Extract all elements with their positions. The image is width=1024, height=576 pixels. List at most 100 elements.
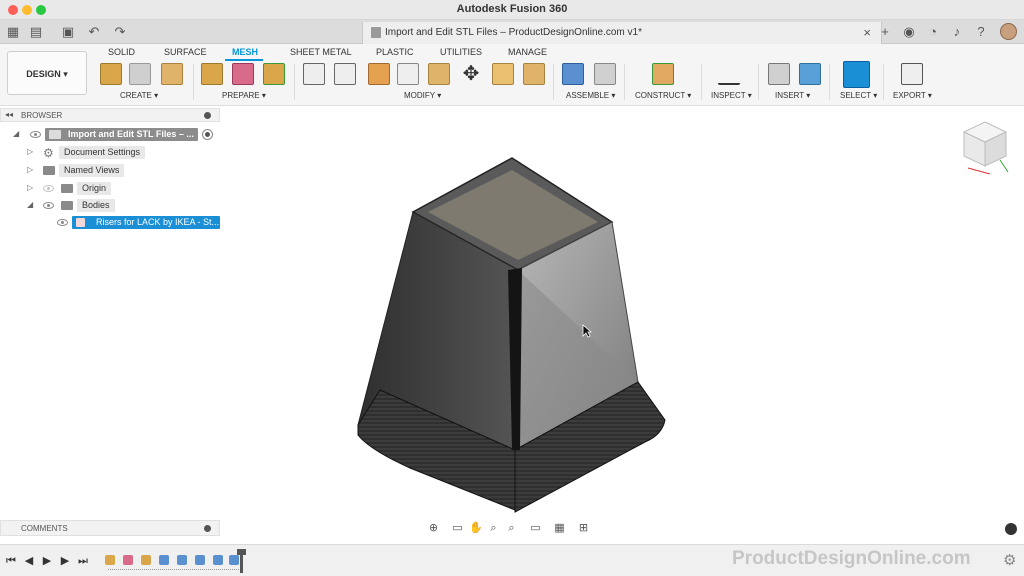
go-to-end-icon[interactable]: ⏭ <box>76 554 90 568</box>
browser-item-bodies[interactable]: ◢ Bodies <box>0 199 220 213</box>
pin-icon[interactable] <box>204 112 211 119</box>
notifications-bell-icon[interactable]: ♪ <box>949 24 965 40</box>
zoom-icon[interactable]: ⌕ <box>487 522 500 535</box>
expand-arrow-icon[interactable]: ▷ <box>27 183 33 192</box>
tab-utilities[interactable]: UTILITIES <box>440 47 482 57</box>
comments-panel-header[interactable]: COMMENTS <box>0 520 220 536</box>
timeline-feature-icon[interactable] <box>141 555 151 565</box>
display-settings-icon[interactable]: ▭ <box>529 522 542 535</box>
timeline-feature-icon[interactable] <box>159 555 169 565</box>
browser-root-row[interactable]: ◢ Import and Edit STL Files – ... <box>0 128 220 142</box>
fit-zoom-icon[interactable]: ⌕ <box>505 522 518 535</box>
app-grid-icon[interactable]: ▦ <box>5 24 21 40</box>
tab-mesh[interactable]: MESH <box>232 47 258 57</box>
reduce-icon[interactable] <box>334 63 356 85</box>
inspect-group-label[interactable]: INSPECT ▾ <box>711 91 752 100</box>
browser-panel-header[interactable]: ◂◂ BROWSER <box>0 108 220 122</box>
step-back-icon[interactable]: ◀ <box>22 554 36 568</box>
grid-settings-icon[interactable]: ▦ <box>553 522 566 535</box>
insert-derive-icon[interactable] <box>768 63 790 85</box>
expand-arrow-icon[interactable]: ▷ <box>27 165 33 174</box>
offset-plane-icon[interactable] <box>652 63 674 85</box>
viewports-icon[interactable]: ⊞ <box>577 522 590 535</box>
tab-solid[interactable]: SOLID <box>108 47 135 57</box>
pan-hand-icon[interactable]: ✋ <box>469 522 483 535</box>
orbit-icon[interactable]: ⊕ <box>427 522 440 535</box>
file-icon[interactable]: ▤ <box>28 24 44 40</box>
collapse-browser-icon[interactable]: ◂◂ <box>5 110 13 119</box>
insert-mesh-icon[interactable] <box>100 63 122 85</box>
timeline-settings-gear-icon[interactable]: ⚙ <box>1003 551 1016 569</box>
modify-group-label[interactable]: MODIFY ▾ <box>404 91 441 100</box>
assemble-group-label[interactable]: ASSEMBLE ▾ <box>566 91 615 100</box>
document-tab[interactable]: Import and Edit STL Files – ProductDesig… <box>362 22 882 44</box>
combine-face-groups-icon[interactable] <box>263 63 285 85</box>
visibility-eye-icon[interactable] <box>30 131 41 138</box>
export-group-label[interactable]: EXPORT ▾ <box>893 91 932 100</box>
timeline-marker[interactable] <box>237 549 246 573</box>
new-component-icon[interactable] <box>562 63 584 85</box>
timeline-feature-icon[interactable] <box>195 555 205 565</box>
save-icon[interactable]: ▣ <box>60 24 76 40</box>
scale-icon[interactable] <box>492 63 514 85</box>
visibility-eye-icon[interactable] <box>57 219 68 226</box>
timeline-feature-icon[interactable] <box>213 555 223 565</box>
export-icon[interactable] <box>901 63 923 85</box>
browser-item-mesh-body[interactable]: Risers for LACK by IKEA - St... <box>0 216 220 230</box>
repair-icon[interactable] <box>201 63 223 85</box>
shell-icon[interactable] <box>397 63 419 85</box>
history-clock-icon[interactable]: ◔ <box>925 24 941 40</box>
measure-icon[interactable] <box>718 63 740 85</box>
browser-item-named-views[interactable]: ▷ Named Views <box>0 164 220 178</box>
tab-plastic[interactable]: PLASTIC <box>376 47 414 57</box>
prepare-group-label[interactable]: PREPARE ▾ <box>222 91 266 100</box>
go-to-start-icon[interactable]: ⏮ <box>4 554 18 568</box>
undo-icon[interactable]: ↶ <box>86 24 102 40</box>
construct-group-label[interactable]: CONSTRUCT ▾ <box>635 91 691 100</box>
browser-item-origin[interactable]: ▷ Origin <box>0 182 220 196</box>
collapse-arrow-icon[interactable]: ◢ <box>27 200 33 209</box>
mesh-model-viewport[interactable] <box>340 150 680 520</box>
play-icon[interactable]: ▶ <box>40 554 54 568</box>
divider <box>829 64 830 100</box>
visibility-eye-icon[interactable] <box>43 185 54 192</box>
user-avatar[interactable] <box>1000 23 1017 40</box>
job-status-icon[interactable]: ◉ <box>901 24 917 40</box>
plane-cut-icon[interactable] <box>368 63 390 85</box>
new-tab-icon[interactable]: + <box>877 24 893 40</box>
insert-canvas-icon[interactable] <box>799 63 821 85</box>
look-at-icon[interactable]: ▭ <box>451 522 464 535</box>
tab-sheet-metal[interactable]: SHEET METAL <box>290 47 352 57</box>
viewcube[interactable] <box>960 120 1010 175</box>
visibility-eye-icon[interactable] <box>43 202 54 209</box>
redo-icon[interactable]: ↷ <box>112 24 128 40</box>
close-tab-icon[interactable]: × <box>863 25 871 40</box>
create-group-label[interactable]: CREATE ▾ <box>120 91 158 100</box>
expand-arrow-icon[interactable]: ▷ <box>27 147 33 156</box>
remesh-icon[interactable] <box>303 63 325 85</box>
tab-manage[interactable]: MANAGE <box>508 47 547 57</box>
step-forward-icon[interactable]: ▶ <box>58 554 72 568</box>
timeline-feature-icon[interactable] <box>177 555 187 565</box>
create-mesh-sketch-icon[interactable] <box>129 63 151 85</box>
collapse-arrow-icon[interactable]: ◢ <box>13 129 19 138</box>
workspace-switcher-button[interactable]: DESIGN ▾ <box>7 51 87 95</box>
pin-icon[interactable] <box>204 525 211 532</box>
select-group-label[interactable]: SELECT ▾ <box>840 91 877 100</box>
browser-item-document-settings[interactable]: ▷ ⚙ Document Settings <box>0 146 220 160</box>
joint-icon[interactable] <box>594 63 616 85</box>
generate-face-groups-icon[interactable] <box>232 63 254 85</box>
select-arrow-icon[interactable] <box>843 61 870 88</box>
timeline-feature-icon[interactable] <box>105 555 115 565</box>
timeline-feature-icon[interactable] <box>229 555 239 565</box>
timeline-feature-icon[interactable] <box>123 555 133 565</box>
tab-surface[interactable]: SURFACE <box>164 47 207 57</box>
create-face-group-icon[interactable] <box>161 63 183 85</box>
a360-badge-icon[interactable] <box>1005 523 1017 535</box>
combine-icon[interactable] <box>428 63 450 85</box>
convert-mesh-icon[interactable] <box>523 63 545 85</box>
move-copy-icon[interactable]: ✥ <box>460 63 482 85</box>
insert-group-label[interactable]: INSERT ▾ <box>775 91 810 100</box>
active-radio-icon[interactable] <box>202 129 213 140</box>
help-icon[interactable]: ? <box>973 24 989 40</box>
